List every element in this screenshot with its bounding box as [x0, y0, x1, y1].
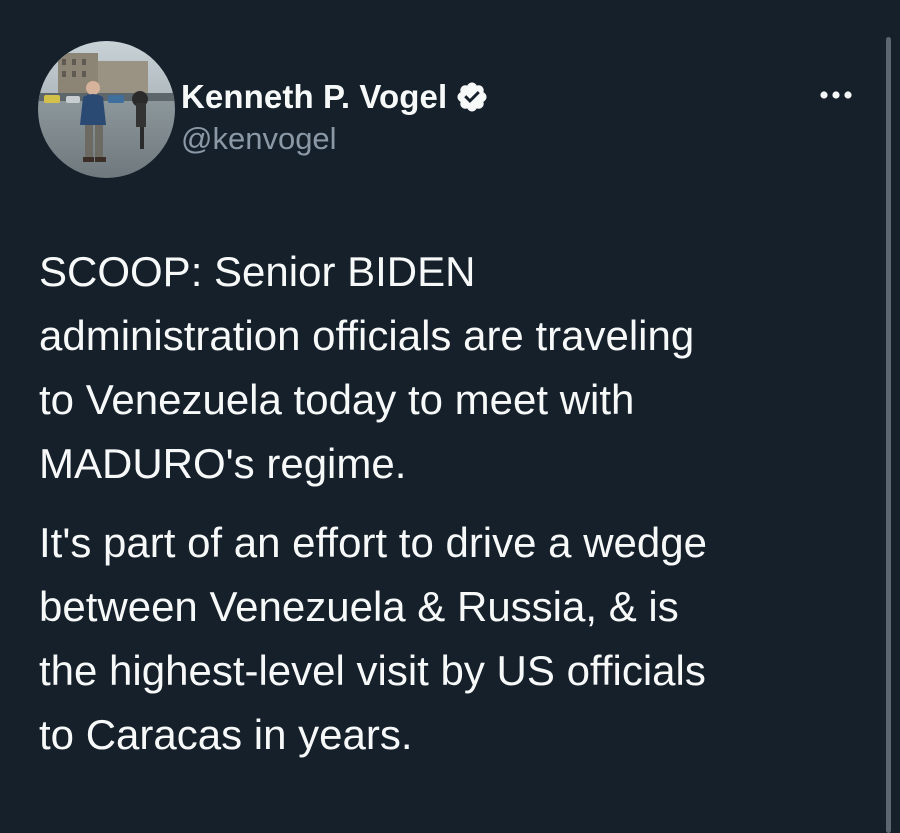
scrollbar[interactable] — [886, 37, 891, 833]
tweet-text: SCOOP: Senior BIDEN administration offic… — [39, 240, 869, 767]
tweet-paragraph-2: It's part of an effort to drive a wedge … — [39, 519, 707, 758]
author-handle[interactable]: @kenvogel — [181, 121, 489, 157]
author-block: Kenneth P. Vogel @kenvogel — [181, 75, 489, 157]
more-horizontal-icon — [820, 91, 852, 99]
tweet-card: Kenneth P. Vogel @kenvogel SCOOP: Senior… — [0, 0, 900, 833]
author-avatar[interactable] — [38, 41, 175, 178]
more-options-button[interactable] — [806, 78, 866, 112]
profile-photo-icon — [38, 41, 175, 178]
author-name-row[interactable]: Kenneth P. Vogel — [181, 75, 489, 119]
verified-badge-icon — [455, 80, 489, 114]
author-display-name[interactable]: Kenneth P. Vogel — [181, 78, 447, 116]
tweet-paragraph-1: SCOOP: Senior BIDEN administration offic… — [39, 248, 695, 487]
